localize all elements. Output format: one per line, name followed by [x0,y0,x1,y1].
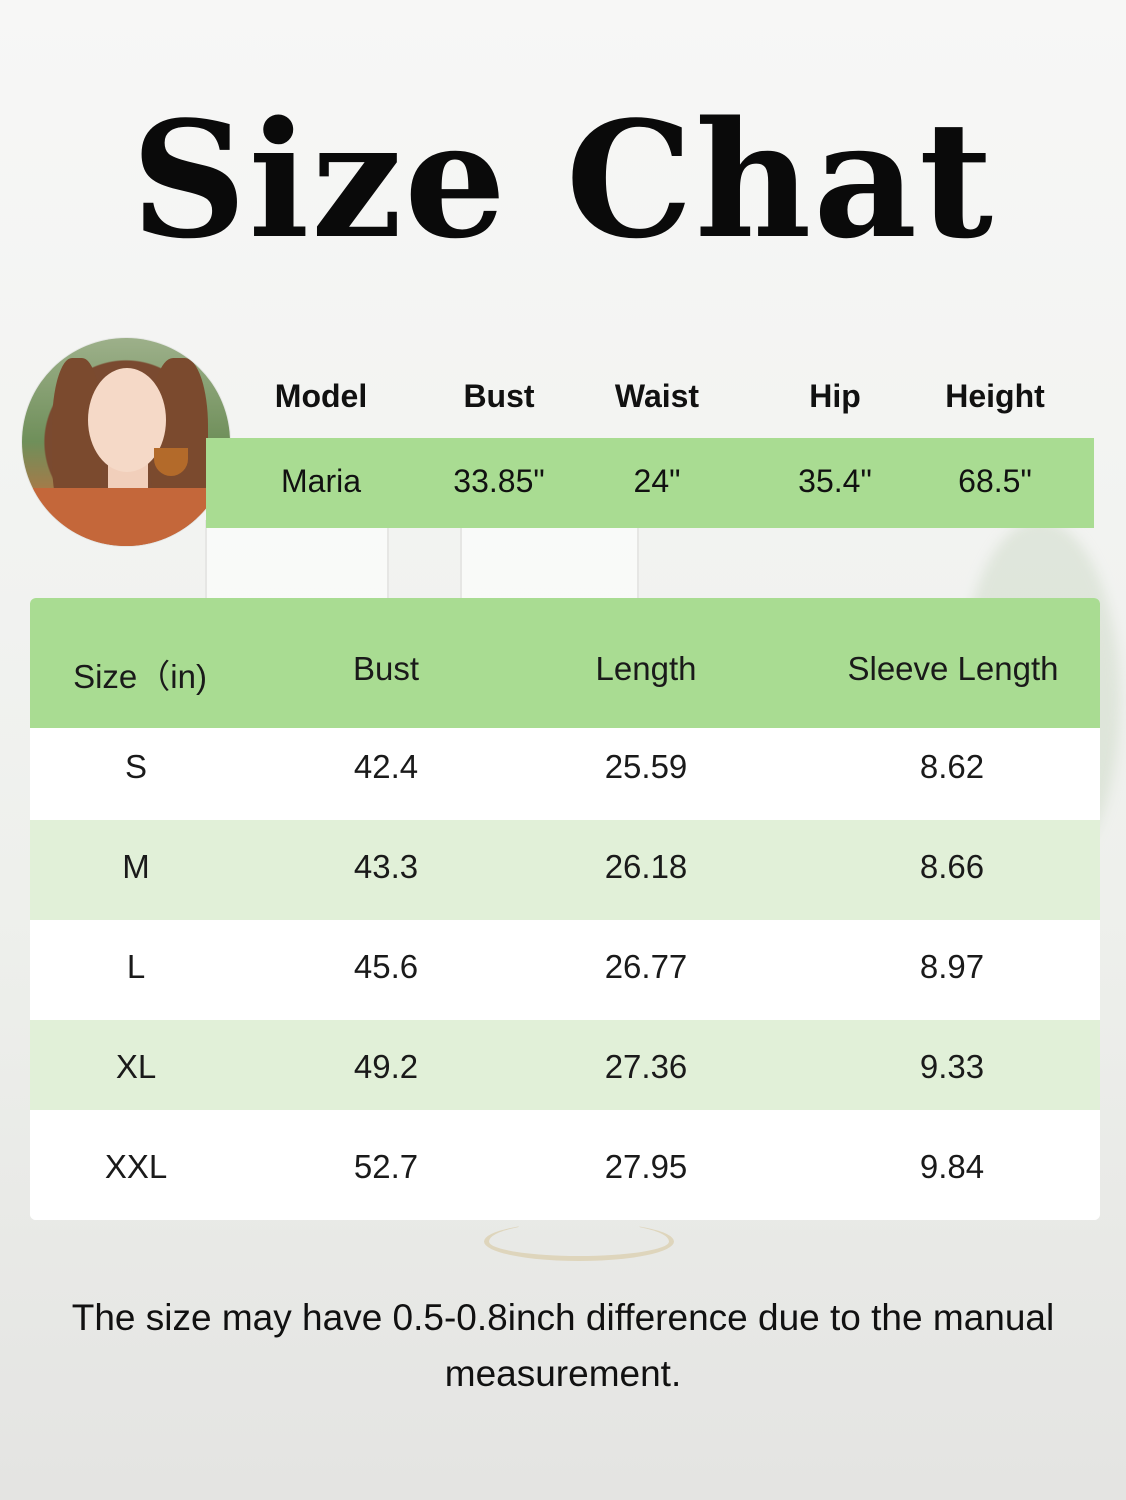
table-row: L 45.6 26.77 8.97 [30,920,1100,1020]
size-table: Size（in) Bust Length Sleeve Length S 42.… [30,598,1100,1220]
model-avatar [22,338,230,546]
model-height: 68.5" [958,463,1032,499]
header-sleeve-length: Sleeve Length [847,650,1059,687]
table-row: XL 49.2 27.36 9.33 [30,1020,1100,1120]
model-bust: 33.85" [453,463,545,499]
header-bust: Bust [352,650,420,687]
model-header-bust: Bust [463,378,535,414]
cell-length: 27.36 [604,1048,688,1085]
cell-bust: 49.2 [353,1048,419,1085]
cell-length: 25.59 [604,748,688,785]
cell-bust: 43.3 [353,848,419,885]
cell-size: XL [115,1048,157,1085]
model-header-height: Height [945,378,1045,414]
cell-size: XXL [104,1148,168,1185]
measurement-note: The size may have 0.5-0.8inch difference… [71,1297,1055,1394]
cell-size: M [122,848,150,885]
cell-sleeve-length: 9.84 [919,1148,985,1185]
cell-bust: 52.7 [353,1148,419,1185]
cell-sleeve-length: 8.97 [919,948,985,985]
page-title: Size Chat [131,86,995,274]
background-window-center [460,520,639,604]
background-table [484,1222,674,1261]
model-waist: 24" [633,463,681,499]
table-row: XXL 52.7 27.95 9.84 [30,1110,1100,1220]
model-name: Maria [280,463,361,499]
table-row: M 43.3 26.18 8.66 [30,820,1100,920]
cell-bust: 45.6 [353,948,419,985]
header-length: Length [595,650,697,687]
header-size: Size（in) [73,658,207,695]
cell-size: L [126,948,146,985]
model-hip: 35.4" [798,463,872,499]
cell-sleeve-length: 8.66 [919,848,985,885]
size-table-header: Size（in) Bust Length Sleeve Length [30,598,1100,728]
model-header-model: Model [274,378,368,414]
model-header-waist: Waist [614,378,700,414]
model-table-header: Model Bust Waist Hip Height [0,378,1126,422]
cell-length: 26.18 [604,848,688,885]
cell-sleeve-length: 8.62 [919,748,985,785]
cell-sleeve-length: 9.33 [919,1048,985,1085]
cell-length: 27.95 [604,1148,688,1185]
background-window-left [205,520,389,604]
cell-length: 26.77 [604,948,688,985]
table-row: S 42.4 25.59 8.62 [30,728,1100,828]
model-header-hip: Hip [809,378,861,414]
cell-size: S [124,748,147,785]
cell-bust: 42.4 [353,748,419,785]
